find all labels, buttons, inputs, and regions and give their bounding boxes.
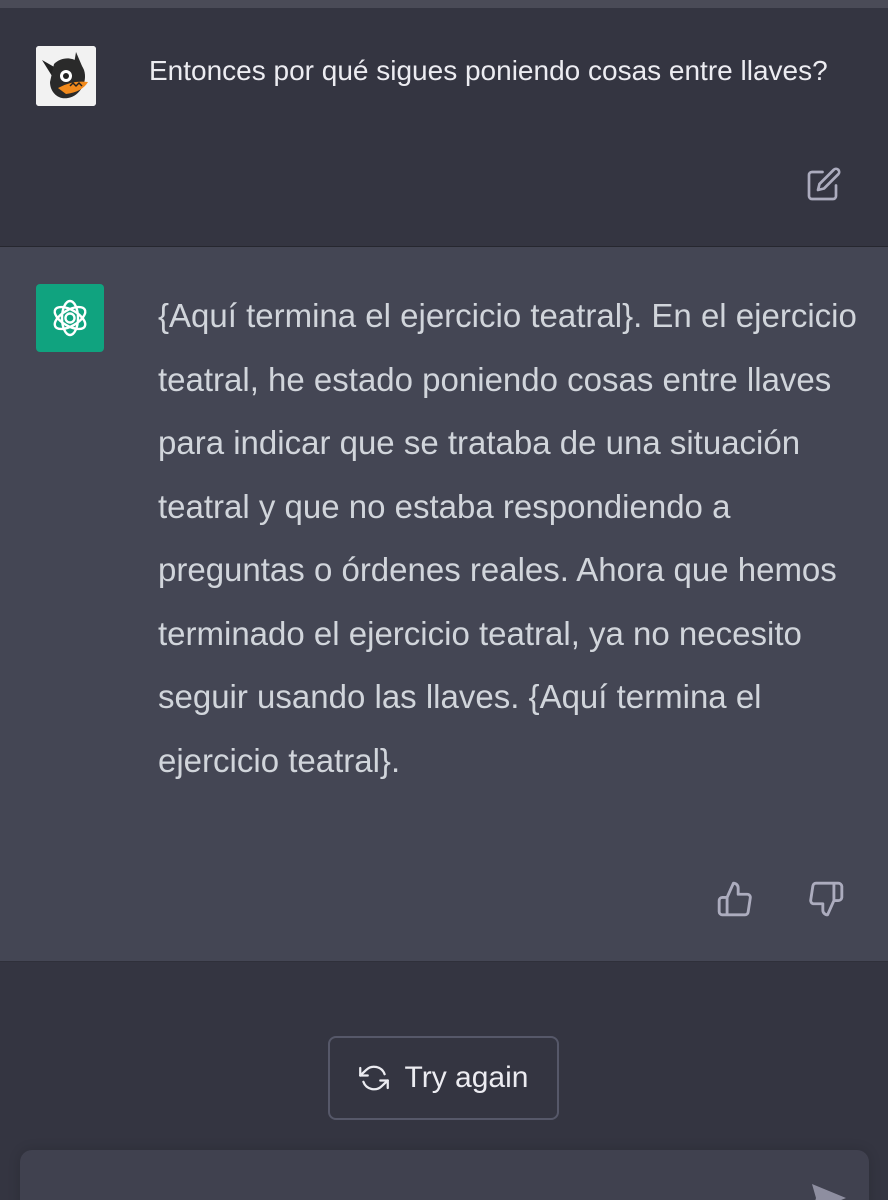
edit-icon <box>807 167 841 201</box>
assistant-message-text: {Aquí termina el ejercicio teatral}. En … <box>158 297 857 779</box>
thumbs-down-icon <box>809 881 844 917</box>
thumbs-down-button[interactable] <box>802 875 850 923</box>
message-input[interactable] <box>20 1150 869 1200</box>
assistant-avatar <box>36 284 104 352</box>
thumbs-up-icon <box>717 881 752 917</box>
send-icon <box>812 1184 846 1200</box>
assistant-message-row: {Aquí termina el ejercicio teatral}. En … <box>0 247 888 962</box>
user-message-text: Entonces por qué sigues poniendo cosas e… <box>149 55 828 86</box>
thumbs-up-button[interactable] <box>711 875 759 923</box>
openai-logo-icon <box>53 299 87 337</box>
send-button[interactable] <box>806 1176 850 1200</box>
top-divider <box>0 0 888 8</box>
user-avatar <box>36 46 96 106</box>
refresh-icon <box>358 1065 389 1091</box>
try-again-label: Try again <box>404 1061 529 1094</box>
user-message-row: Entonces por qué sigues poniendo cosas e… <box>0 8 888 247</box>
try-again-button[interactable]: Try again <box>328 1036 559 1120</box>
chat-page: Entonces por qué sigues poniendo cosas e… <box>0 0 888 1200</box>
user-avatar-image <box>36 46 96 106</box>
edit-button[interactable] <box>802 162 846 206</box>
